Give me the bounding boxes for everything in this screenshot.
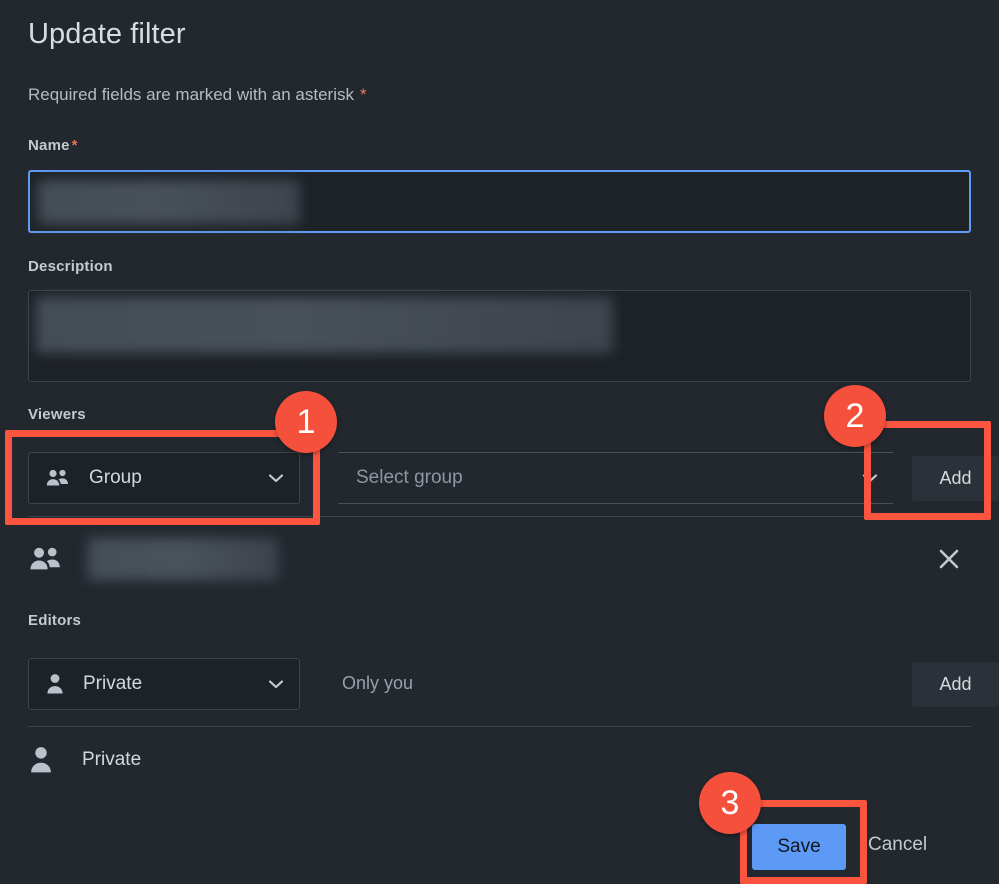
viewers-section-label: Viewers <box>28 406 86 423</box>
name-label-text: Name <box>28 137 70 154</box>
group-icon <box>45 468 71 488</box>
editor-name: Private <box>82 749 142 770</box>
group-icon <box>28 545 64 573</box>
editors-controls-row: Private Only you Add <box>28 658 999 710</box>
editors-add-button[interactable]: Add <box>912 662 999 707</box>
chevron-down-icon <box>861 472 879 484</box>
viewer-name-redacted <box>88 538 278 580</box>
user-icon <box>28 744 54 776</box>
viewers-group-placeholder: Select group <box>356 467 463 488</box>
name-redacted-value <box>38 180 300 224</box>
chevron-down-icon <box>267 472 285 484</box>
description-redacted-value <box>36 297 613 353</box>
viewers-type-value: Group <box>89 467 142 488</box>
viewers-add-button[interactable]: Add <box>912 456 999 501</box>
description-input[interactable] <box>28 290 971 382</box>
editors-hint: Only you <box>342 673 414 693</box>
page-title: Update filter <box>28 18 186 50</box>
required-note-text: Required fields are marked with an aster… <box>28 85 354 104</box>
required-fields-note: Required fields are marked with an aster… <box>28 85 367 105</box>
description-field-label: Description <box>28 258 113 275</box>
viewers-separator <box>28 516 971 517</box>
editors-type-select[interactable]: Private <box>28 658 300 710</box>
viewer-list-item <box>28 532 971 586</box>
chevron-down-icon <box>267 678 285 690</box>
save-button[interactable]: Save <box>752 824 846 870</box>
editors-section-label: Editors <box>28 612 82 629</box>
close-icon <box>934 544 964 574</box>
viewers-controls-row: Group Select group Add <box>28 452 999 504</box>
required-asterisk: * <box>359 85 367 104</box>
annotation-badge-1: 1 <box>275 391 337 453</box>
editors-type-value: Private <box>83 673 143 694</box>
name-required-asterisk: * <box>71 137 78 154</box>
remove-viewer-button[interactable] <box>929 539 969 579</box>
annotation-badge-2: 2 <box>824 385 886 447</box>
cancel-button[interactable]: Cancel <box>868 834 927 856</box>
name-field-label: Name * <box>28 137 78 154</box>
editor-list-item: Private <box>28 744 141 776</box>
editors-separator <box>28 726 971 727</box>
viewers-type-select[interactable]: Group <box>28 452 300 504</box>
viewers-group-select[interactable]: Select group <box>338 452 893 504</box>
user-icon <box>45 672 65 696</box>
name-input[interactable] <box>28 170 971 233</box>
update-filter-dialog: Update filter Required fields are marked… <box>0 0 999 884</box>
